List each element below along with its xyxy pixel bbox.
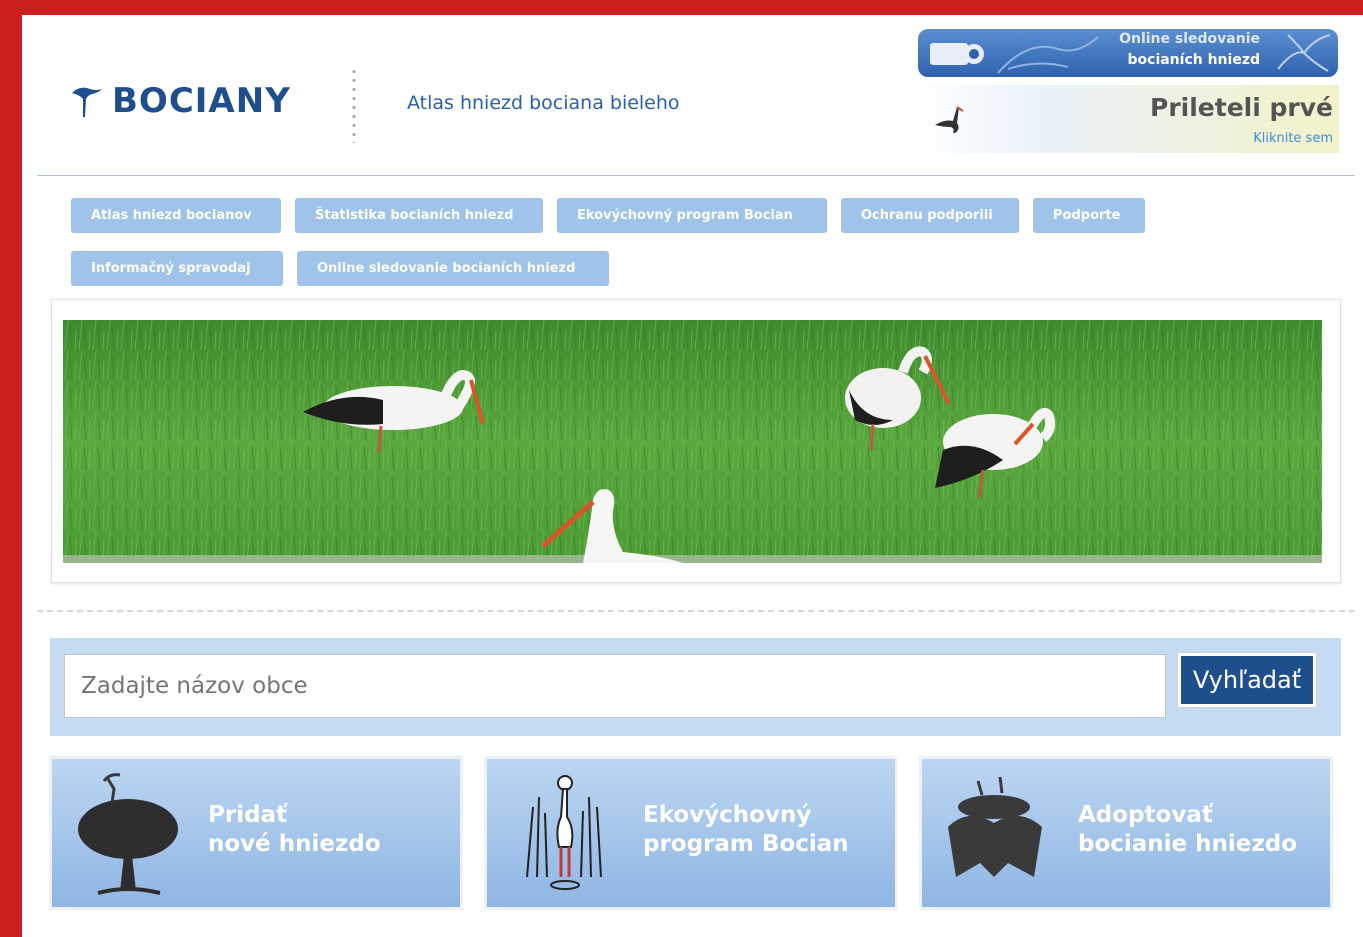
page: BOCIANY Atlas hniezd bociana bieleho Onl… xyxy=(22,15,1363,937)
online-banner-line2: bocianích hniezd xyxy=(1127,52,1261,68)
hero-photo-frame xyxy=(51,299,1341,583)
online-tracking-banner[interactable]: Online sledovanie bocianích hniezd xyxy=(918,29,1338,77)
stork-icon xyxy=(935,106,964,133)
first-arrivals-banner[interactable]: Prileteli prvé Kliknite sem xyxy=(915,85,1339,153)
add-nest-line2: nové hniezdo xyxy=(208,831,381,857)
first-arrivals-link[interactable]: Kliknite sem xyxy=(1253,131,1333,146)
search-button[interactable]: Vyhľadať xyxy=(1177,652,1317,708)
add-nest-tile[interactable]: Pridať nové hniezdo xyxy=(49,756,463,910)
nav-statistics[interactable]: Štatistika bocianích hniezd xyxy=(295,198,543,233)
nav-eco-program[interactable]: Ekovýchovný program Bocian xyxy=(557,198,827,233)
site-tagline: Atlas hniezd bociana bieleho xyxy=(407,92,680,114)
frame-top xyxy=(0,0,1363,15)
add-nest-title: Pridať nové hniezdo xyxy=(208,801,381,859)
nav-atlas[interactable]: Atlas hniezd bocianov xyxy=(71,198,281,233)
eco-program-tile[interactable]: Ekovýchovný program Bocian xyxy=(484,756,898,910)
first-arrivals-title: Prileteli prvé xyxy=(1150,93,1333,122)
stork-logo-icon xyxy=(72,87,102,117)
nav-newsletter[interactable]: Informačný spravodaj xyxy=(71,251,283,286)
online-banner-line1: Online sledovanie xyxy=(1119,31,1260,47)
hero-photo xyxy=(63,320,1322,563)
nav-supporters[interactable]: Ochranu podporili xyxy=(841,198,1019,233)
camera-icon xyxy=(930,43,984,65)
frame-left xyxy=(0,0,22,937)
logo[interactable]: BOCIANY xyxy=(70,81,291,121)
adopt-nest-line1: Adoptovať xyxy=(1078,802,1213,828)
adopt-nest-tile[interactable]: Adoptovať bocianie hniezdo xyxy=(919,756,1333,910)
header-divider xyxy=(352,67,356,143)
search-panel: Vyhľadať xyxy=(50,638,1341,736)
hands-nest-icon xyxy=(948,776,1042,877)
eco-program-title: Ekovýchovný program Bocian xyxy=(643,801,849,859)
nav-online-tracking[interactable]: Online sledovanie bocianích hniezd xyxy=(297,251,609,286)
stork-nest-tree-icon xyxy=(78,773,178,895)
section-divider xyxy=(37,610,1355,612)
adopt-nest-line2: bocianie hniezdo xyxy=(1078,831,1298,857)
header-divider-line xyxy=(37,175,1355,176)
add-nest-line1: Pridať xyxy=(208,802,288,828)
logo-text: BOCIANY xyxy=(112,81,291,121)
eco-program-line1: Ekovýchovný xyxy=(643,802,812,828)
adopt-nest-title: Adoptovať bocianie hniezdo xyxy=(1078,801,1297,859)
storks-in-grass-image xyxy=(63,320,1322,563)
nav-support[interactable]: Podporte xyxy=(1033,198,1145,233)
stork-reeds-icon xyxy=(526,775,602,890)
eco-program-line2: program Bocian xyxy=(643,831,849,857)
search-button-label: Vyhľadať xyxy=(1181,656,1313,704)
stork-flying-icon xyxy=(1277,34,1331,72)
search-input[interactable] xyxy=(64,654,1166,718)
